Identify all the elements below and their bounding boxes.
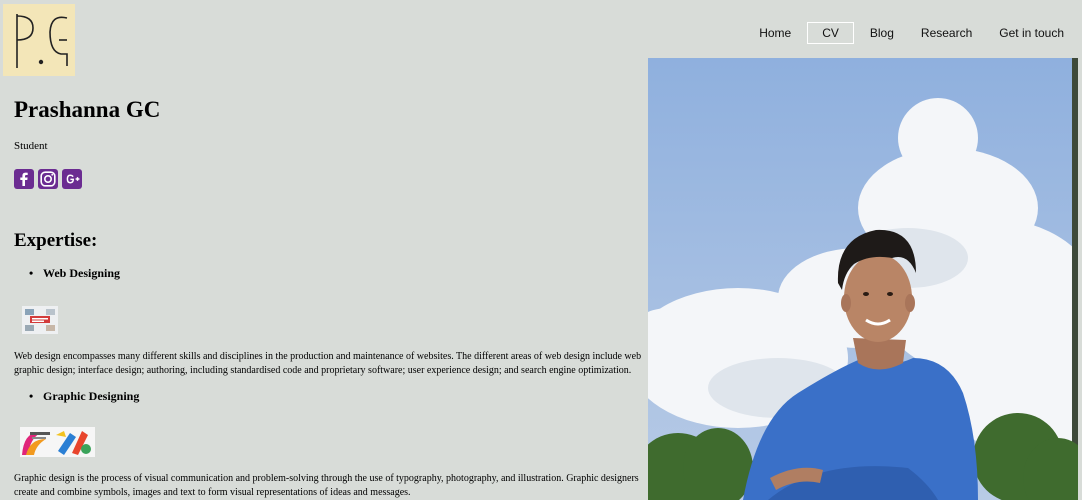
profile-photo-image — [648, 58, 1078, 500]
skill-title: Web Designing — [43, 266, 121, 280]
nav-cv[interactable]: CV — [807, 22, 854, 44]
graphic-design-thumbnail — [20, 427, 95, 457]
skill-title: Graphic Designing — [43, 389, 140, 403]
instagram-icon[interactable] — [38, 169, 58, 189]
skill-graphic-designing: Graphic Designing — [29, 389, 140, 404]
facebook-icon[interactable] — [14, 169, 34, 189]
skill-web-designing: Web Designing — [29, 266, 121, 281]
profile-role: Student — [14, 140, 48, 152]
web-designing-description: Web design encompasses many different sk… — [14, 351, 642, 376]
google-plus-icon[interactable] — [62, 169, 82, 189]
expertise-heading: Expertise: — [14, 230, 98, 251]
nav-blog[interactable]: Blog — [859, 22, 905, 44]
web-design-thumbnail — [22, 306, 58, 334]
graphic-designing-description: Graphic design is the process of visual … — [14, 473, 639, 498]
nav-home[interactable]: Home — [748, 22, 802, 44]
logo-monogram — [16, 14, 68, 68]
profile-photo — [648, 58, 1078, 500]
profile-name: Prashanna GC — [14, 97, 161, 122]
nav-get-in-touch[interactable]: Get in touch — [988, 22, 1075, 44]
nav-research[interactable]: Research — [910, 22, 983, 44]
site-logo[interactable] — [3, 4, 75, 76]
social-links — [14, 169, 82, 189]
main-nav: Home CV Blog Research Get in touch — [743, 22, 1075, 44]
